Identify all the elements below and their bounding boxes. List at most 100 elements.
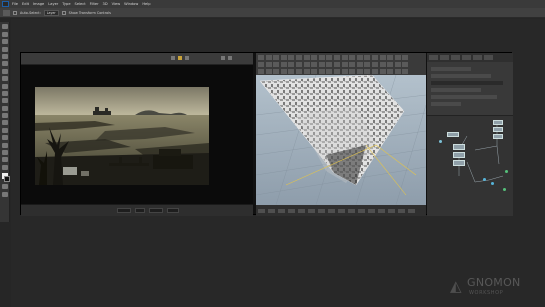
viewer-lock-icon[interactable] (221, 56, 225, 60)
transform-controls-checkbox[interactable] (61, 10, 66, 15)
tool-icon[interactable] (288, 55, 295, 60)
gradient-tool-icon[interactable] (2, 105, 8, 111)
menu-edit[interactable]: Edit (22, 2, 29, 6)
tool-icon[interactable] (273, 62, 280, 67)
quick-select-tool-icon[interactable] (2, 46, 8, 52)
tool-icon[interactable] (303, 55, 310, 60)
tool-icon[interactable] (280, 69, 287, 74)
tool-icon[interactable] (311, 62, 318, 67)
marquee-tool-icon[interactable] (2, 31, 8, 37)
status-cell[interactable] (328, 208, 335, 213)
status-cell[interactable] (388, 208, 395, 213)
tool-icon[interactable] (311, 69, 318, 74)
tool-icon[interactable] (341, 69, 348, 74)
type-tool-icon[interactable] (2, 135, 8, 141)
tool-icon[interactable] (295, 69, 302, 74)
menu-3d[interactable]: 3D (103, 2, 108, 6)
tool-icon[interactable] (371, 69, 378, 74)
parameter-row[interactable] (431, 74, 491, 78)
tool-icon[interactable] (394, 69, 401, 74)
auto-select-dropdown[interactable]: Layer (43, 9, 59, 16)
menu-select[interactable]: Select (75, 2, 86, 6)
status-cell[interactable] (398, 208, 405, 213)
tool-icon[interactable] (371, 55, 378, 60)
status-cell[interactable] (348, 208, 355, 213)
graph-dot[interactable] (491, 182, 494, 185)
menu-filter[interactable]: Filter (90, 2, 99, 6)
tool-icon[interactable] (265, 62, 272, 67)
tool-icon[interactable] (356, 55, 363, 60)
healing-brush-tool-icon[interactable] (2, 68, 8, 74)
viewport-scene[interactable] (256, 75, 426, 205)
crop-tool-icon[interactable] (2, 53, 8, 59)
pen-tool-icon[interactable] (2, 127, 8, 133)
status-cell[interactable] (378, 208, 385, 213)
tool-icon[interactable] (379, 55, 386, 60)
tool-icon[interactable] (280, 55, 287, 60)
3d-viewport[interactable] (256, 53, 426, 216)
tool-icon[interactable] (356, 62, 363, 67)
graph-dot[interactable] (439, 140, 442, 143)
menu-file[interactable]: File (12, 2, 18, 6)
eraser-tool-icon[interactable] (2, 98, 8, 104)
tool-icon[interactable] (349, 55, 356, 60)
status-cell[interactable] (268, 208, 275, 213)
tool-icon[interactable] (265, 55, 272, 60)
tab[interactable] (451, 55, 460, 60)
viewer-zoom-icon[interactable] (228, 56, 232, 60)
screen-mode-icon[interactable] (2, 191, 8, 197)
tool-icon[interactable] (364, 55, 371, 60)
parameter-row[interactable] (431, 102, 461, 106)
embedded-screenshot-layer[interactable] (20, 52, 513, 216)
tool-icon[interactable] (387, 55, 394, 60)
tool-icon[interactable] (318, 62, 325, 67)
tab[interactable] (429, 55, 438, 60)
graph-node[interactable] (453, 160, 465, 166)
tool-icon[interactable] (303, 69, 310, 74)
fps-field[interactable] (135, 208, 145, 213)
status-cell[interactable] (258, 208, 265, 213)
menu-window[interactable]: Window (124, 2, 138, 6)
tool-icon[interactable] (356, 69, 363, 74)
graph-node[interactable] (493, 127, 503, 132)
tool-icon[interactable] (333, 69, 340, 74)
status-cell[interactable] (298, 208, 305, 213)
parameter-row[interactable] (431, 88, 481, 92)
blur-tool-icon[interactable] (2, 113, 8, 119)
graph-node[interactable] (453, 144, 465, 150)
tool-icon[interactable] (402, 62, 409, 67)
tool-icon[interactable] (341, 55, 348, 60)
range-field[interactable] (167, 208, 179, 213)
tool-icon[interactable] (333, 62, 340, 67)
parameter-row[interactable] (431, 67, 471, 71)
tool-icon[interactable] (280, 62, 287, 67)
graph-dot[interactable] (505, 170, 508, 173)
graph-node[interactable] (493, 134, 503, 139)
status-cell[interactable] (408, 208, 415, 213)
tool-icon[interactable] (318, 55, 325, 60)
graph-node[interactable] (493, 120, 503, 125)
parameter-field[interactable] (431, 81, 503, 85)
tool-icon[interactable] (387, 62, 394, 67)
move-tool-icon[interactable] (2, 24, 8, 30)
tool-icon[interactable] (349, 69, 356, 74)
tab[interactable] (440, 55, 449, 60)
tool-icon[interactable] (387, 69, 394, 74)
zoom-tool-icon[interactable] (2, 164, 8, 170)
graph-dot[interactable] (503, 188, 506, 191)
viewer-option-icon[interactable] (185, 56, 189, 60)
quick-mask-icon[interactable] (2, 184, 8, 190)
menu-layer[interactable]: Layer (48, 2, 58, 6)
history-brush-tool-icon[interactable] (2, 90, 8, 96)
tool-icon[interactable] (364, 62, 371, 67)
tool-icon[interactable] (273, 55, 280, 60)
tool-icon[interactable] (371, 62, 378, 67)
tool-icon[interactable] (303, 62, 310, 67)
tool-icon[interactable] (273, 69, 280, 74)
tool-icon[interactable] (341, 62, 348, 67)
eyedropper-tool-icon[interactable] (2, 61, 8, 67)
status-cell[interactable] (358, 208, 365, 213)
dodge-tool-icon[interactable] (2, 120, 8, 126)
tool-icon[interactable] (364, 69, 371, 74)
tool-icon[interactable] (349, 62, 356, 67)
